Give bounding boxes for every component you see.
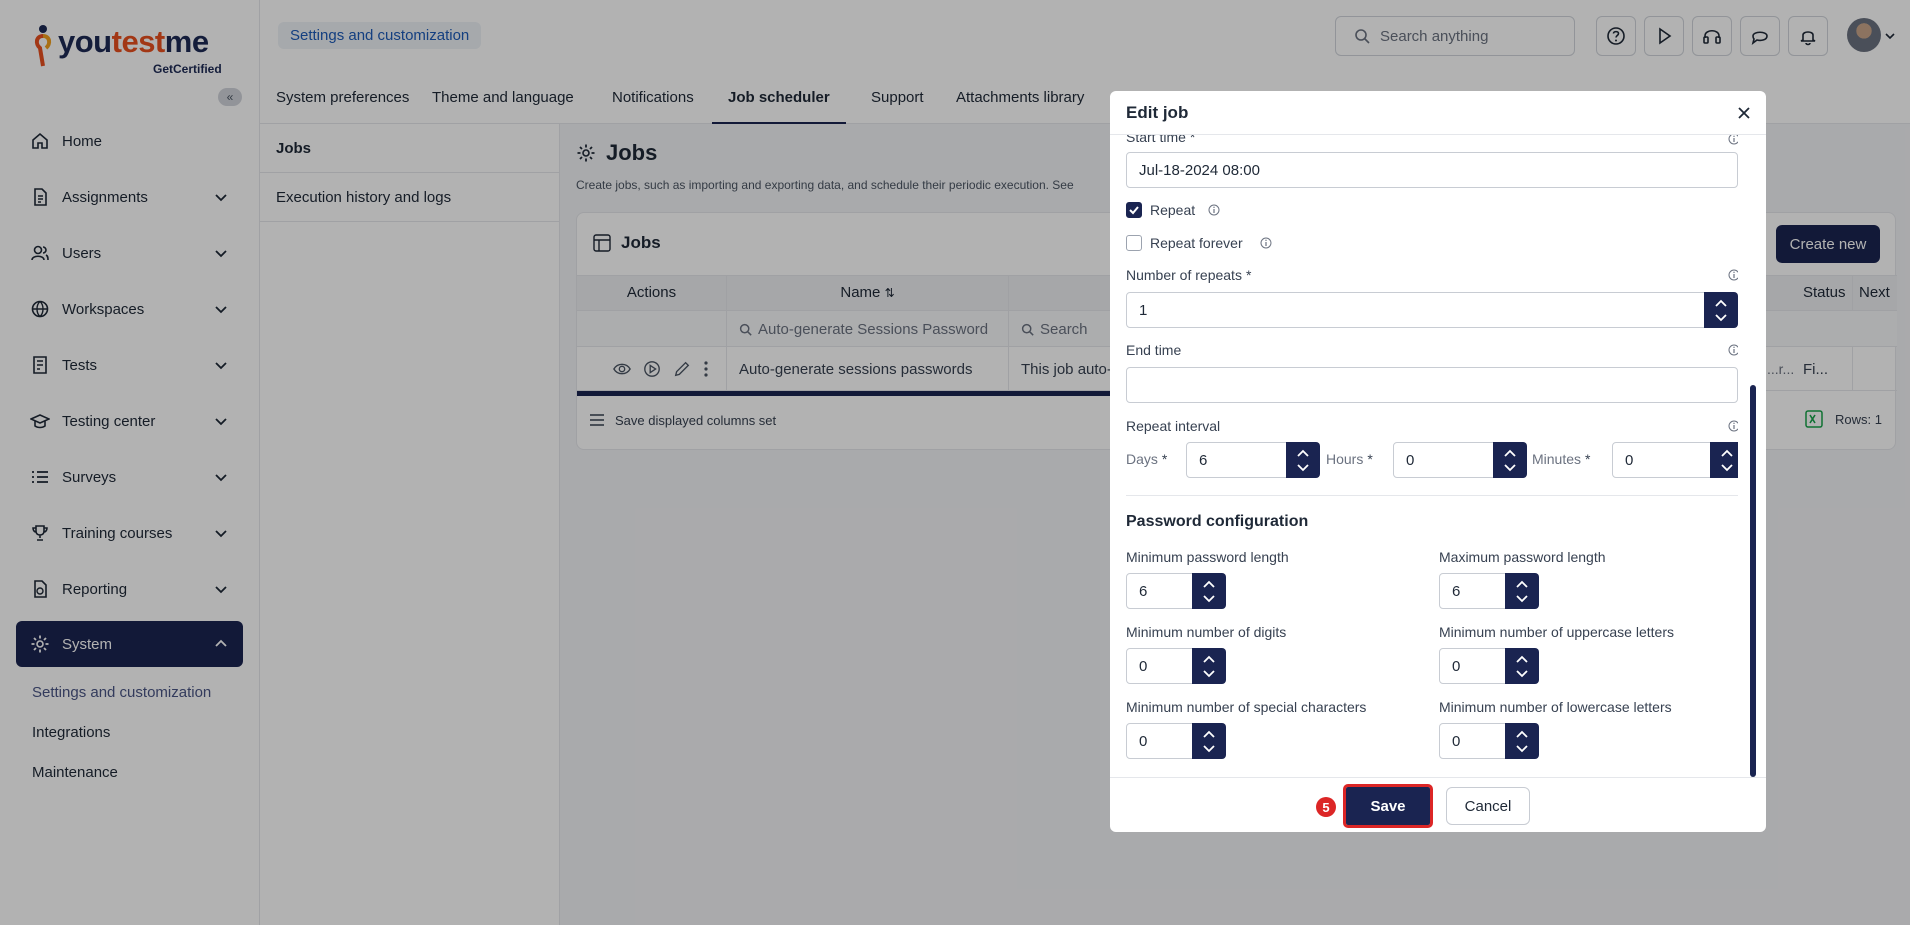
dialog-scrollbar[interactable] — [1750, 385, 1756, 777]
close-icon[interactable] — [1734, 103, 1754, 123]
info-icon[interactable] — [1728, 420, 1738, 432]
min-uppercase-stepper[interactable] — [1505, 648, 1539, 684]
chevron-up-icon[interactable] — [1503, 448, 1517, 458]
step-badge: 5 — [1316, 797, 1336, 817]
chevron-up-icon[interactable] — [1515, 654, 1529, 664]
chevron-down-icon[interactable] — [1720, 463, 1734, 473]
minutes-stepper[interactable] — [1710, 442, 1738, 478]
chevron-down-icon[interactable] — [1515, 669, 1529, 679]
start-time-label: Start time * — [1126, 135, 1196, 145]
min-lowercase-stepper[interactable] — [1505, 723, 1539, 759]
min-digits-stepper[interactable] — [1192, 648, 1226, 684]
repeat-forever-checkbox[interactable] — [1126, 235, 1142, 251]
chevron-up-icon[interactable] — [1202, 729, 1216, 739]
chevron-up-icon[interactable] — [1515, 729, 1529, 739]
hours-input[interactable]: 0 — [1393, 442, 1495, 478]
edit-job-dialog: Edit job Start time * Jul-18-2024 08:00 R… — [1110, 91, 1766, 832]
chevron-down-icon[interactable] — [1296, 463, 1310, 473]
minutes-input[interactable]: 0 — [1612, 442, 1712, 478]
min-lowercase-label: Minimum number of lowercase letters — [1439, 699, 1672, 715]
max-password-length-input[interactable]: 6 — [1439, 573, 1507, 609]
hours-label: Hours * — [1326, 451, 1373, 467]
dialog-footer: 5 Save Cancel — [1110, 777, 1766, 832]
chevron-down-icon[interactable] — [1202, 594, 1216, 604]
chevron-down-icon[interactable] — [1202, 669, 1216, 679]
end-time-label: End time — [1126, 342, 1182, 358]
chevron-down-icon[interactable] — [1515, 744, 1529, 754]
chevron-up-icon[interactable] — [1714, 298, 1728, 308]
min-special-input[interactable]: 0 — [1126, 723, 1194, 759]
min-password-length-input[interactable]: 6 — [1126, 573, 1194, 609]
min-special-stepper[interactable] — [1192, 723, 1226, 759]
number-of-repeats-input[interactable]: 1 — [1126, 292, 1706, 328]
chevron-up-icon[interactable] — [1296, 448, 1310, 458]
repeat-interval-label: Repeat interval — [1126, 418, 1221, 434]
max-password-length-label: Maximum password length — [1439, 549, 1606, 565]
chevron-up-icon[interactable] — [1202, 579, 1216, 589]
info-icon[interactable] — [1728, 269, 1738, 281]
dialog-body: Start time * Jul-18-2024 08:00 Repeat Rep… — [1126, 135, 1738, 767]
repeat-forever-label: Repeat forever — [1150, 235, 1243, 251]
cancel-button[interactable]: Cancel — [1446, 787, 1530, 825]
chevron-down-icon[interactable] — [1202, 744, 1216, 754]
chevron-down-icon[interactable] — [1503, 463, 1517, 473]
info-icon[interactable] — [1728, 344, 1738, 356]
min-digits-label: Minimum number of digits — [1126, 624, 1287, 640]
number-of-repeats-label: Number of repeats * — [1126, 267, 1252, 283]
info-icon[interactable] — [1260, 237, 1272, 249]
min-uppercase-input[interactable]: 0 — [1439, 648, 1507, 684]
chevron-down-icon[interactable] — [1515, 594, 1529, 604]
password-config-heading: Password configuration — [1126, 513, 1309, 530]
chevron-down-icon[interactable] — [1714, 313, 1728, 323]
min-password-length-label: Minimum password length — [1126, 549, 1289, 565]
section-divider — [1126, 495, 1738, 496]
info-icon[interactable] — [1728, 135, 1738, 145]
end-time-input[interactable] — [1126, 367, 1738, 403]
repeat-label: Repeat — [1150, 202, 1196, 218]
chevron-up-icon[interactable] — [1515, 579, 1529, 589]
min-uppercase-label: Minimum number of uppercase letters — [1439, 624, 1674, 640]
info-icon[interactable] — [1208, 204, 1220, 216]
days-label: Days * — [1126, 451, 1168, 467]
save-button[interactable]: Save — [1343, 784, 1433, 828]
max-password-length-stepper[interactable] — [1505, 573, 1539, 609]
chevron-up-icon[interactable] — [1202, 654, 1216, 664]
chevron-up-icon[interactable] — [1720, 448, 1734, 458]
min-special-label: Minimum number of special characters — [1126, 699, 1367, 715]
number-of-repeats-stepper[interactable] — [1704, 292, 1738, 328]
dialog-title: Edit job — [1110, 91, 1766, 135]
minutes-label: Minutes * — [1532, 451, 1591, 467]
min-digits-input[interactable]: 0 — [1126, 648, 1194, 684]
min-password-length-stepper[interactable] — [1192, 573, 1226, 609]
repeat-checkbox[interactable] — [1126, 202, 1142, 218]
start-time-input[interactable]: Jul-18-2024 08:00 — [1126, 152, 1738, 188]
hours-stepper[interactable] — [1493, 442, 1527, 478]
days-stepper[interactable] — [1286, 442, 1320, 478]
checkmark-icon — [1129, 206, 1139, 215]
days-input[interactable]: 6 — [1186, 442, 1288, 478]
min-lowercase-input[interactable]: 0 — [1439, 723, 1507, 759]
